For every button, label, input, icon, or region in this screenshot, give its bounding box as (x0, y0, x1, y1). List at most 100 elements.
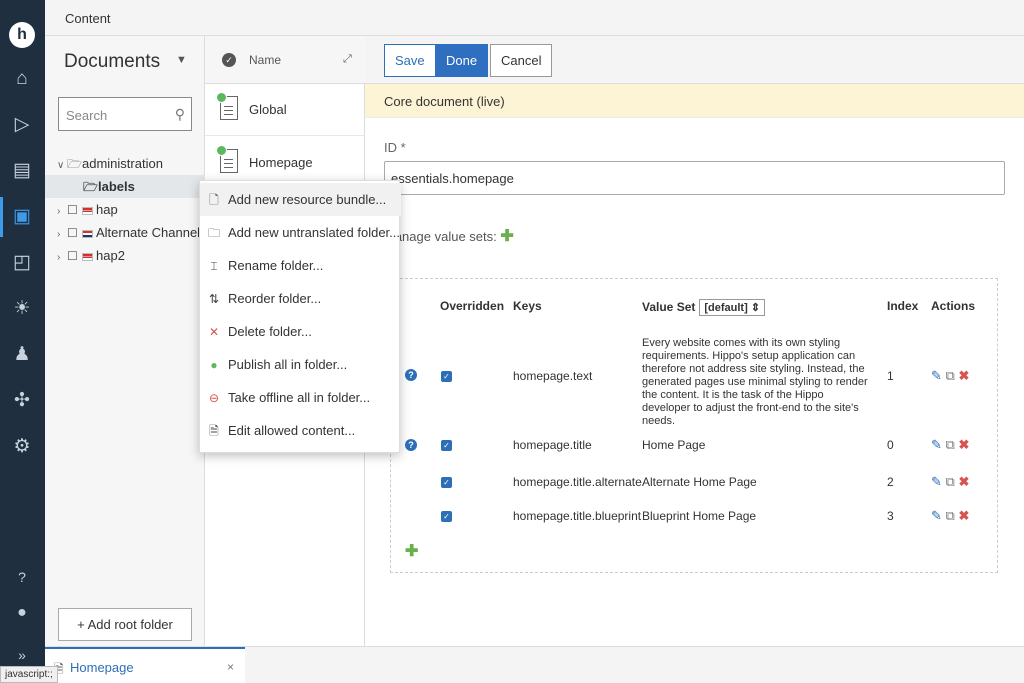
home-icon[interactable]: ⌂ (9, 66, 35, 92)
cancel-button[interactable]: Cancel (490, 44, 553, 77)
published-status-icon (216, 92, 227, 103)
users-icon[interactable]: ♟ (9, 342, 35, 368)
close-icon[interactable]: × (227, 660, 234, 674)
menu-item-add-untranslated-folder[interactable]: 🗀 Add new untranslated folder... (200, 216, 401, 249)
row-key: homepage.title.blueprint (513, 509, 642, 523)
delete-icon[interactable]: ✖ (958, 474, 969, 489)
documents-icon[interactable]: ▣ (9, 204, 35, 230)
done-button[interactable]: Done (435, 44, 489, 77)
delete-icon[interactable]: ✖ (958, 508, 969, 523)
menu-item-take-offline-all[interactable]: ⊖ Take offline all in folder... (200, 381, 401, 414)
column-header-keys: Keys (513, 299, 542, 313)
search-input[interactable]: Search ⚲ (58, 97, 192, 131)
tree-item-administration[interactable]: ∨ 🗁administration (45, 152, 205, 175)
document-status-notice: Core document (live) (365, 84, 1024, 118)
edit-icon[interactable]: ✎ (931, 437, 942, 452)
overridden-checkbox[interactable]: ✓ (441, 371, 452, 382)
chevron-down-icon[interactable]: ▼ (176, 54, 187, 66)
nl-flag-icon (82, 229, 93, 238)
play-icon[interactable]: ▷ (9, 112, 35, 138)
list-header: ✓ Name ⤢ (205, 36, 365, 84)
row-index: 0 (887, 438, 894, 452)
edit-icon[interactable]: ✎ (931, 508, 942, 523)
tree-item-alternate-channel[interactable]: › ☐ Alternate Channel (45, 221, 205, 244)
clipboard-icon[interactable]: ▤ (9, 158, 35, 184)
add-row-icon[interactable]: ✚ (405, 541, 418, 561)
gear-icon[interactable]: ⚙ (9, 434, 35, 460)
save-button[interactable]: Save (384, 44, 436, 77)
column-header-actions: Actions (931, 299, 976, 313)
search-icon[interactable]: ⚲ (175, 106, 185, 123)
tree-item-label: Alternate Channel (96, 225, 201, 240)
copy-icon[interactable]: ⧉ (946, 368, 955, 383)
overridden-checkbox[interactable]: ✓ (441, 440, 452, 451)
row-index: 1 (887, 369, 894, 383)
row-key: homepage.text (513, 369, 593, 383)
add-value-set-icon[interactable]: ✚ (500, 228, 513, 245)
expand-icon[interactable]: ⤢ (343, 53, 352, 66)
copy-icon[interactable]: ⧉ (946, 437, 955, 452)
folder-icon: ☐ (67, 203, 78, 217)
tree-item-labels[interactable]: 🗁labels (45, 175, 205, 198)
lightbulb-icon[interactable]: ☀ (9, 296, 35, 322)
menu-item-add-resource-bundle[interactable]: 🗋 Add new resource bundle... (200, 183, 401, 216)
row-index: 3 (887, 509, 894, 523)
tree-item-label: hap2 (96, 248, 125, 263)
reports-icon[interactable]: ◰ (9, 250, 35, 276)
menu-item-rename-folder[interactable]: ⌶ Rename folder... (200, 249, 401, 282)
chevron-right-icon[interactable]: › (57, 223, 67, 246)
copy-icon[interactable]: ⧉ (946, 474, 955, 489)
value-set-select[interactable]: [default] ⇕ (699, 299, 766, 316)
row-key: homepage.title.alternate (513, 475, 642, 489)
help-icon[interactable]: ? (9, 564, 35, 590)
publish-icon: ● (210, 358, 218, 372)
menu-item-edit-allowed-content[interactable]: 🗎 Edit allowed content... (200, 414, 401, 447)
new-document-icon: 🗋 (209, 193, 219, 207)
overridden-checkbox[interactable]: ✓ (441, 511, 452, 522)
add-root-folder-button[interactable]: + Add root folder (58, 608, 192, 641)
list-item-label: Global (249, 102, 287, 117)
documents-title[interactable]: Documents (64, 51, 160, 73)
logo[interactable]: h (9, 22, 35, 48)
overridden-checkbox[interactable]: ✓ (441, 477, 452, 488)
edit-icon[interactable]: ✎ (931, 368, 942, 383)
chevron-right-icon[interactable]: › (57, 246, 67, 269)
help-icon[interactable]: ? (405, 369, 417, 381)
puzzle-icon[interactable]: ✣ (9, 388, 35, 414)
rename-icon: ⌶ (210, 259, 218, 273)
id-label: ID * (384, 140, 406, 155)
menu-item-reorder-folder[interactable]: ⇅ Reorder folder... (200, 282, 401, 315)
expand-icon[interactable]: » (9, 642, 35, 668)
reorder-icon: ⇅ (208, 292, 220, 306)
tree-item-hap[interactable]: › ☐ hap (45, 198, 205, 221)
row-actions: ✎ ⧉ ✖ (931, 368, 969, 384)
user-icon[interactable]: ● (9, 600, 35, 626)
menu-item-publish-all[interactable]: ● Publish all in folder... (200, 348, 401, 381)
menu-item-delete-folder[interactable]: ✕ Delete folder... (200, 315, 401, 348)
delete-icon[interactable]: ✖ (958, 368, 969, 383)
value-table: Overridden Keys Value Set [default] ⇕ Ind… (390, 278, 998, 573)
column-header-index: Index (887, 299, 919, 313)
chevron-right-icon[interactable]: › (57, 200, 67, 223)
edit-icon[interactable]: ✎ (931, 474, 942, 489)
delete-icon[interactable]: ✖ (958, 437, 969, 452)
tree-item-label: administration (82, 156, 163, 171)
name-column-header[interactable]: Name (249, 53, 281, 67)
documents-panel: Documents ▼ Search ⚲ ∨ 🗁administration 🗁l… (45, 36, 205, 646)
perspective-title: Content (65, 11, 111, 26)
editor-toolbar: Save Done Cancel (365, 36, 1024, 84)
published-status-icon (216, 145, 227, 156)
delete-icon: ✕ (208, 325, 220, 339)
chevron-down-icon[interactable]: ∨ (57, 154, 67, 177)
folder-context-menu: 🗋 Add new resource bundle... 🗀 Add new unt… (199, 180, 401, 453)
row-key: homepage.title (513, 438, 592, 452)
copy-icon[interactable]: ⧉ (946, 508, 955, 523)
tab-homepage[interactable]: 🗎 Homepage × (45, 647, 245, 683)
manage-value-sets: Manage value sets: ✚ (384, 226, 514, 246)
tree-item-label: labels (98, 179, 135, 194)
help-icon[interactable]: ? (405, 439, 417, 451)
list-item[interactable]: Global (205, 84, 365, 136)
tree-item-hap2[interactable]: › ☐ hap2 (45, 244, 205, 267)
id-field[interactable]: essentials.homepage (384, 161, 1005, 195)
search-placeholder: Search (66, 108, 108, 123)
